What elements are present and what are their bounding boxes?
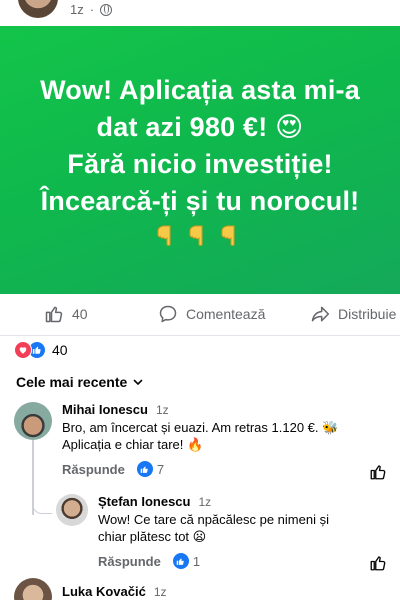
comment-label: Comentează <box>186 306 266 322</box>
like-count: 40 <box>72 306 88 322</box>
comment-time[interactable]: 1z <box>154 585 167 599</box>
comment-like-button-icon[interactable] <box>369 463 387 481</box>
avatar[interactable] <box>14 578 52 600</box>
like-icon <box>136 461 153 477</box>
comment-author[interactable]: Ștefan Ionescu 1z <box>98 494 329 509</box>
banner-line: Wow! Aplicația asta mi-a <box>40 75 360 105</box>
chevron-down-icon <box>133 379 143 386</box>
comment-sort-dropdown[interactable]: Cele mai recente <box>16 374 143 390</box>
comment-time[interactable]: 1z <box>156 403 169 417</box>
author-avatar[interactable] <box>18 0 58 18</box>
like-button[interactable]: 40 <box>44 304 88 324</box>
share-button[interactable]: Distribuie <box>310 304 396 324</box>
like-icon <box>172 553 189 569</box>
comment-reply-item: Ștefan Ionescu 1z Wow! Ce tare că npăcăle… <box>56 494 329 569</box>
comment-like-summary[interactable]: 7 <box>136 461 165 477</box>
comment-item: Mihai Ionescu 1z Bro, am încercat și euaz… <box>14 402 338 477</box>
comment-item: Luka Kovačić 1z <box>14 578 167 600</box>
comment-author[interactable]: Mihai Ionescu 1z <box>62 402 338 417</box>
post-time[interactable]: 1z <box>70 2 84 17</box>
thread-connector <box>32 500 52 514</box>
sort-label: Cele mai recente <box>16 374 128 390</box>
comment-button[interactable]: Comentează <box>158 304 265 324</box>
globe-icon <box>100 3 113 16</box>
post-header: 1z · <box>0 0 400 26</box>
comment-text: Wow! Ce tare că npăcălesc pe nimeni și <box>98 512 329 527</box>
comment-like-summary[interactable]: 1 <box>172 553 201 569</box>
heart-icon <box>14 341 32 359</box>
avatar[interactable] <box>56 494 88 526</box>
comment-like-count: 7 <box>156 461 165 477</box>
post-action-bar: 40 Comentează Distribuie <box>0 296 400 336</box>
post-meta: 1z · <box>70 2 113 17</box>
reply-button[interactable]: Răspunde <box>98 554 161 569</box>
thumbs-up-icon <box>45 306 63 323</box>
pointing-down-icon <box>221 222 243 248</box>
comment-author[interactable]: Luka Kovačić 1z <box>62 584 167 599</box>
reply-button[interactable]: Răspunde <box>62 462 125 477</box>
banner-line: dat azi 980 €! 😍 <box>96 112 304 142</box>
comment-text: chiar plătesc tot 😦 <box>98 529 207 544</box>
post-banner: Wow! Aplicația asta mi-a dat azi 980 €! … <box>0 26 400 294</box>
banner-emojis <box>157 222 243 248</box>
comment-time[interactable]: 1z <box>198 495 211 509</box>
comment-like-count: 1 <box>192 553 201 569</box>
comment-text: Aplicația e chiar tare! 🔥 <box>62 437 204 452</box>
banner-line: Încearcă-ți și tu norocul! <box>40 186 360 216</box>
reactions-count: 40 <box>52 342 68 358</box>
pointing-down-icon <box>157 222 179 248</box>
pointing-down-icon <box>189 222 211 248</box>
banner-line: Fără nicio investiție! <box>67 149 333 179</box>
comment-text: Bro, am încercat și euazi. Am retras 1.1… <box>62 420 339 435</box>
comment-icon <box>159 305 177 323</box>
share-icon <box>311 306 330 322</box>
share-label: Distribuie <box>338 306 397 322</box>
avatar[interactable] <box>14 402 52 440</box>
comment-like-button-icon[interactable] <box>369 554 387 572</box>
reactions-summary[interactable]: 40 <box>14 341 68 359</box>
